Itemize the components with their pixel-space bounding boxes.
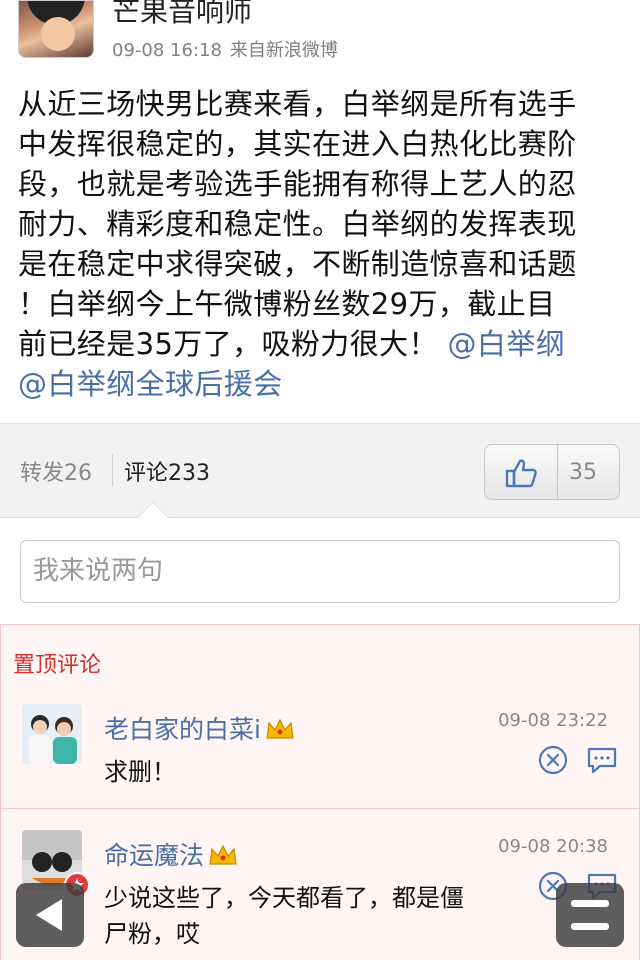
comment-text-line: 少说这些了，今天都看了，都是僵	[104, 884, 464, 912]
comment-input[interactable]: 我来说两句	[20, 540, 620, 603]
comment-time: 09-08 23:22	[498, 710, 608, 731]
post-line-text: 前已经是35万了，吸粉力很大！	[18, 327, 438, 361]
action-bar: 转发26 评论233 35	[0, 423, 640, 518]
commenter-name[interactable]: 老白家的白菜i	[104, 710, 295, 746]
comment-text: 求删！	[104, 758, 176, 786]
comment-text: 少说这些了，今天都看了，都是僵 尸粉，哎	[104, 880, 534, 952]
post-line: 中发挥很稳定的，其实在进入白热化比赛阶	[18, 127, 577, 161]
repost-button[interactable]: 转发26	[20, 455, 92, 487]
speech-bubble-icon[interactable]	[586, 746, 618, 774]
hamburger-menu-icon	[571, 923, 609, 930]
commenter-name[interactable]: 命运魔法	[104, 836, 238, 872]
commenter-avatar[interactable]	[22, 704, 82, 764]
post-line: 是在稳定中求得突破，不断制造惊喜和话题	[18, 247, 577, 281]
post-line: 前已经是35万了，吸粉力很大！ @白举纲	[18, 324, 624, 364]
circle-x-icon[interactable]	[537, 744, 569, 776]
back-arrow-icon	[36, 899, 62, 931]
like-button[interactable]: 35	[484, 444, 620, 501]
back-button[interactable]	[16, 883, 84, 947]
mention-link[interactable]: @白举纲全球后援会	[18, 367, 283, 401]
menu-button[interactable]	[556, 883, 624, 947]
like-divider	[557, 445, 558, 501]
post-text: 从近三场快男比赛来看，白举纲是所有选手 中发挥很稳定的，其实在进入白热化比赛阶 …	[18, 84, 624, 404]
author-name[interactable]: 芒果音响师	[112, 0, 252, 30]
comment-time: 09-08 20:38	[498, 836, 608, 857]
like-count: 35	[569, 460, 597, 485]
comments-tab[interactable]: 评论233	[124, 455, 210, 487]
post-meta: 09-08 16:18 来自新浪微博	[112, 36, 338, 62]
author-avatar[interactable]	[18, 0, 94, 58]
post-header: 芒果音响师 09-08 16:18 来自新浪微博	[0, 0, 640, 70]
mention-link[interactable]: @白举纲	[448, 327, 566, 361]
post-line: 从近三场快男比赛来看，白举纲是所有选手	[18, 87, 577, 121]
pinned-title: 置顶评论	[13, 653, 102, 678]
thumbs-up-icon	[505, 459, 537, 488]
commenter-name-text[interactable]: 老白家的白菜i	[104, 715, 261, 744]
comment-divider	[0, 808, 640, 809]
post-line: 段，也就是考验选手能拥有称得上艺人的忍	[18, 167, 577, 201]
post-line: ！白举纲今上午微博粉丝数29万，截止目	[18, 287, 556, 321]
commenter-name-text[interactable]: 命运魔法	[104, 841, 204, 870]
crown-icon	[266, 718, 294, 739]
crown-icon	[209, 844, 237, 865]
post-line: 耐力、精彩度和稳定性。白举纲的发挥表现	[18, 207, 577, 241]
post-time: 09-08 16:18	[112, 40, 222, 61]
comment-text-line: 尸粉，哎	[104, 920, 200, 948]
post-line: @白举纲全球后援会	[18, 364, 624, 404]
divider	[112, 454, 113, 486]
post-source: 来自新浪微博	[229, 40, 338, 61]
hamburger-menu-icon	[571, 900, 609, 907]
